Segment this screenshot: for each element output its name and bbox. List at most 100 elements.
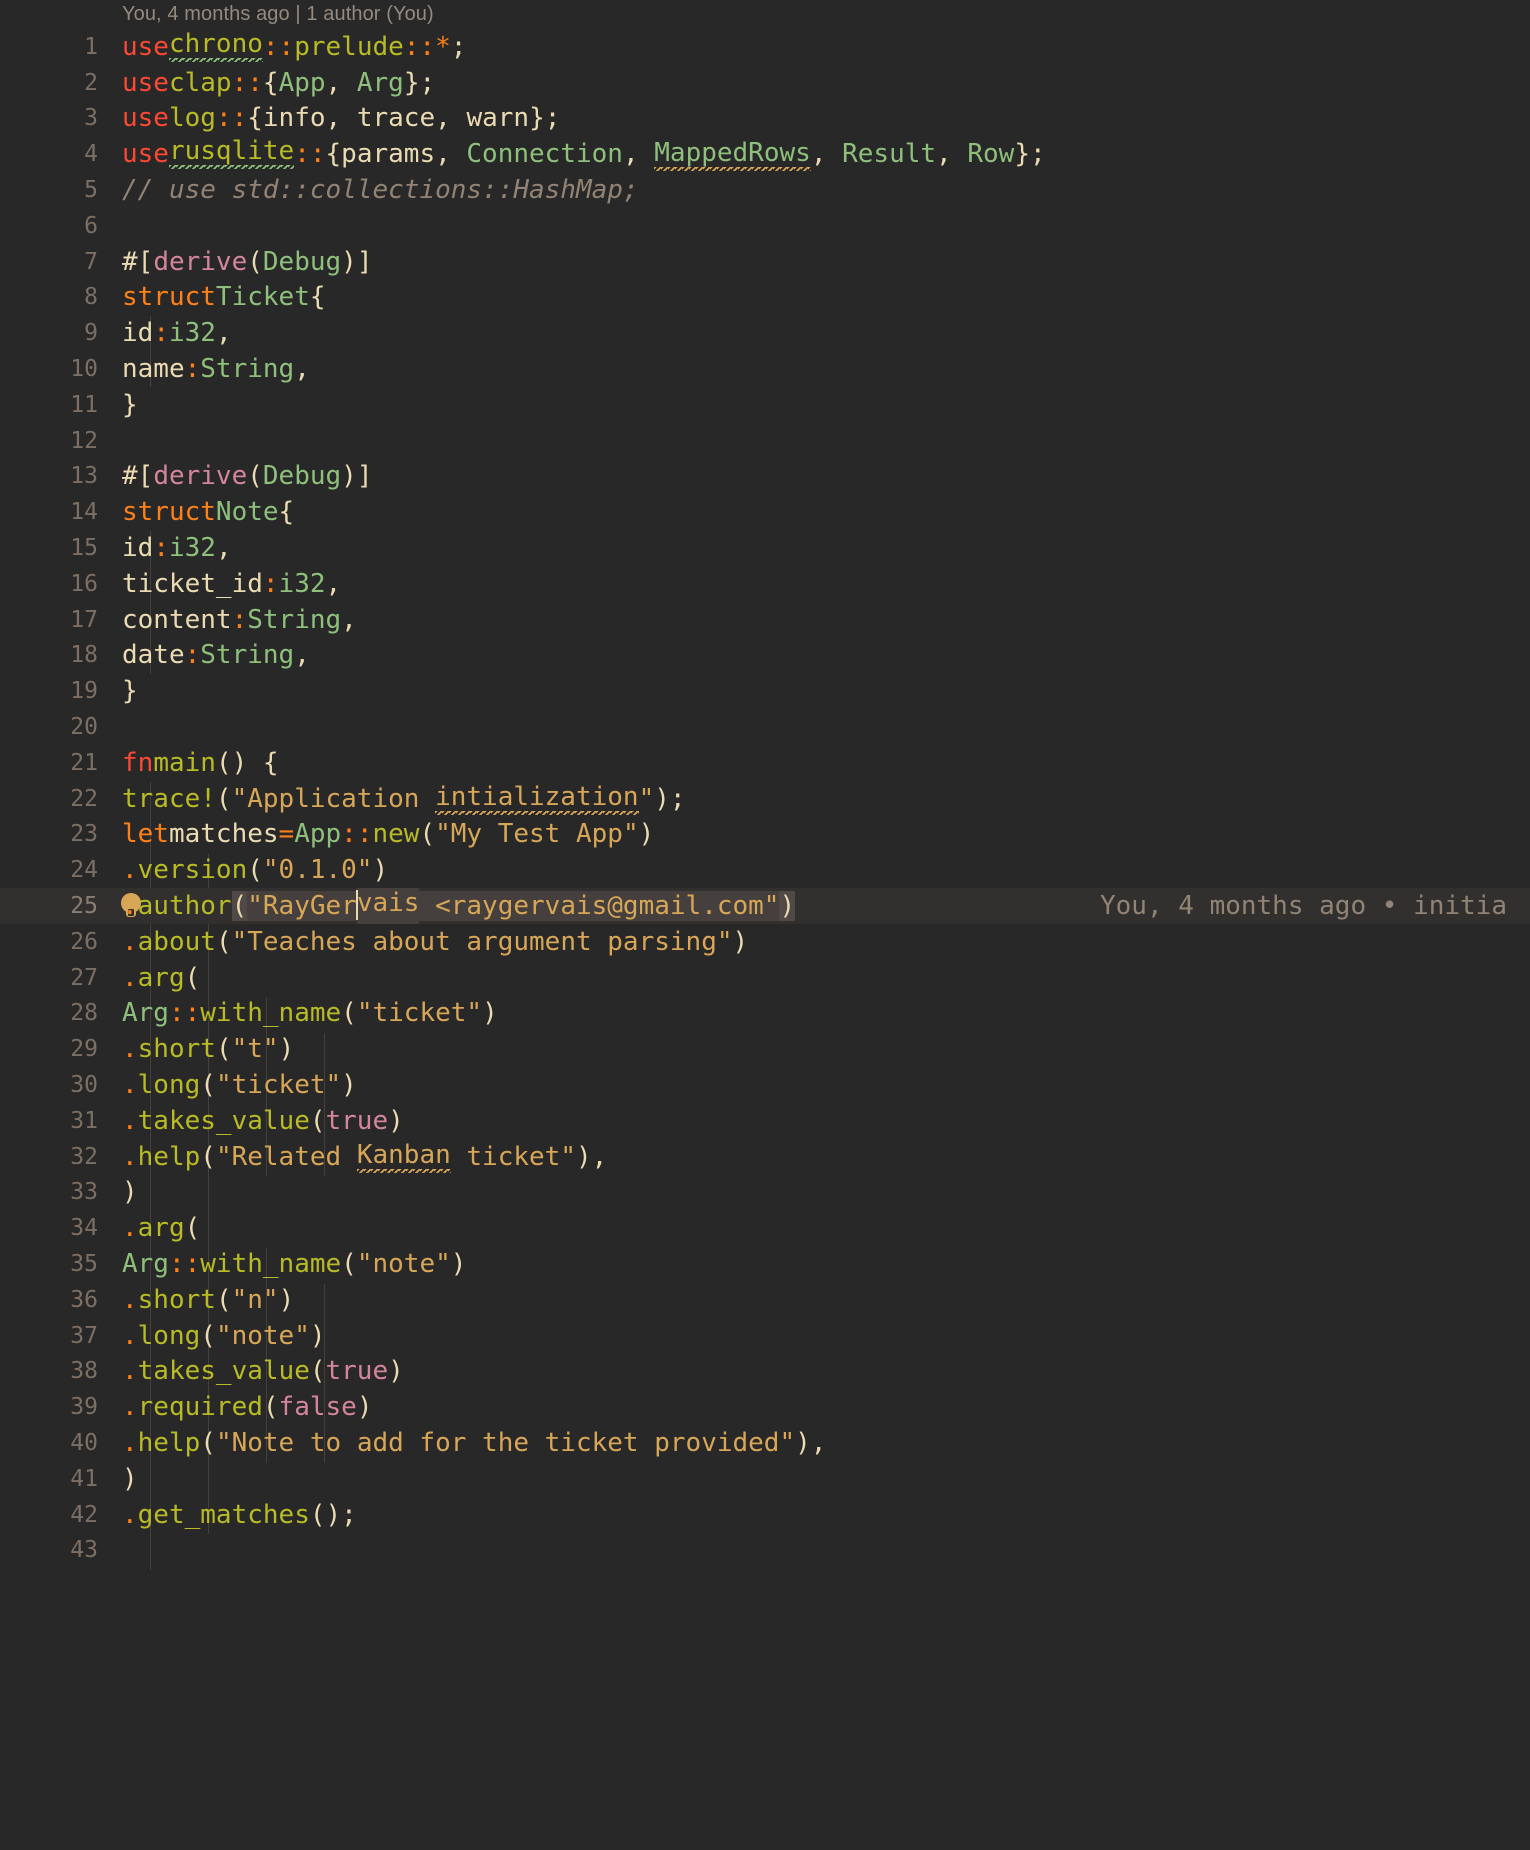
line-content: #[derive(Debug)] bbox=[122, 246, 373, 277]
line-number: 41 bbox=[70, 1465, 98, 1492]
line-content: id: i32, bbox=[122, 318, 232, 349]
code-editor[interactable]: You, 4 months ago | 1 author (You) 1 use… bbox=[0, 0, 1530, 1850]
code-line[interactable]: 3 use log::{info, trace, warn}; bbox=[0, 101, 1530, 137]
line-number: 19 bbox=[70, 678, 98, 705]
code-line[interactable]: 13 #[derive(Debug)] bbox=[0, 459, 1530, 495]
line-number: 16 bbox=[70, 570, 98, 597]
line-content: ) bbox=[122, 1463, 138, 1494]
line-number: 10 bbox=[70, 356, 98, 383]
code-line[interactable]: 22 trace!("Application intialization "); bbox=[0, 781, 1530, 817]
line-content: . long("ticket") bbox=[122, 1070, 357, 1101]
line-number: 34 bbox=[70, 1215, 98, 1242]
code-line[interactable]: 6 bbox=[0, 208, 1530, 244]
line-content: Arg:: with_name("ticket") bbox=[122, 998, 498, 1029]
code-line[interactable]: 9 id: i32, bbox=[0, 315, 1530, 351]
line-number: 25 bbox=[70, 893, 98, 920]
line-content: use clap::{App, Arg}; bbox=[122, 67, 436, 98]
code-line-current[interactable]: 25 . author("RayGer vais <raygervais@gmail… bbox=[0, 888, 1530, 925]
code-line[interactable]: 1 use chrono:: prelude:: *; bbox=[0, 28, 1530, 65]
code-line[interactable]: 29 . short("t") bbox=[0, 1031, 1530, 1067]
line-content: id: i32, bbox=[122, 533, 232, 564]
line-number: 1 bbox=[84, 33, 98, 60]
code-line[interactable]: 8 struct Ticket { bbox=[0, 280, 1530, 316]
line-content: use log::{info, trace, warn}; bbox=[122, 103, 561, 134]
line-content: ) bbox=[122, 1177, 138, 1208]
code-line[interactable]: 7 #[derive(Debug)] bbox=[0, 244, 1530, 280]
line-number: 20 bbox=[70, 714, 98, 741]
line-number: 35 bbox=[70, 1251, 98, 1278]
line-number: 26 bbox=[70, 928, 98, 955]
code-line[interactable]: 39 . required(false) bbox=[0, 1389, 1530, 1425]
code-line[interactable]: 19 } bbox=[0, 673, 1530, 709]
code-line[interactable]: 36 . short("n") bbox=[0, 1282, 1530, 1318]
code-line[interactable]: 10 name: String, bbox=[0, 351, 1530, 387]
code-line[interactable]: 43 bbox=[0, 1533, 1530, 1569]
line-content: . about("Teaches about argument parsing") bbox=[122, 926, 749, 957]
code-line[interactable]: 24 . version("0.1.0") bbox=[0, 852, 1530, 888]
line-content: } bbox=[122, 389, 138, 420]
code-line[interactable]: 16 ticket_id: i32, bbox=[0, 566, 1530, 602]
inline-blame-annotation: You, 4 months ago • initia bbox=[1100, 891, 1507, 922]
line-number: 17 bbox=[70, 606, 98, 633]
line-content: use chrono:: prelude:: *; bbox=[122, 28, 466, 65]
line-number: 28 bbox=[70, 1000, 98, 1027]
line-number: 11 bbox=[70, 391, 98, 418]
code-line[interactable]: 21 fn main() { bbox=[0, 745, 1530, 781]
code-line[interactable]: 32 . help("Related Kanban ticket"), bbox=[0, 1139, 1530, 1175]
code-line[interactable]: 15 id: i32, bbox=[0, 530, 1530, 566]
line-content: . long("note") bbox=[122, 1320, 326, 1351]
code-line[interactable]: 18 date: String, bbox=[0, 638, 1530, 674]
line-content: #[derive(Debug)] bbox=[122, 461, 373, 492]
code-line[interactable]: 33 ) bbox=[0, 1175, 1530, 1211]
code-line[interactable]: 4 use rusqlite::{params, Connection, Map… bbox=[0, 136, 1530, 173]
line-number: 4 bbox=[84, 141, 98, 168]
code-line[interactable]: 35 Arg:: with_name("note") bbox=[0, 1246, 1530, 1282]
code-line[interactable]: 17 content: String, bbox=[0, 602, 1530, 638]
line-content: fn main() { bbox=[122, 747, 279, 778]
line-content: . help("Related Kanban ticket"), bbox=[122, 1140, 608, 1174]
line-content: date: String, bbox=[122, 640, 310, 671]
code-line[interactable]: 20 bbox=[0, 709, 1530, 745]
code-line[interactable]: 40 . help("Note to add for the ticket pro… bbox=[0, 1425, 1530, 1461]
code-line[interactable]: 38 . takes_value(true) bbox=[0, 1354, 1530, 1390]
line-content: // use std::collections::HashMap; bbox=[122, 175, 639, 206]
line-number: 21 bbox=[70, 749, 98, 776]
text-cursor bbox=[355, 890, 358, 921]
line-number: 2 bbox=[84, 69, 98, 96]
code-line[interactable]: 30 . long("ticket") bbox=[0, 1067, 1530, 1103]
code-line[interactable]: 34 . arg( bbox=[0, 1210, 1530, 1246]
line-content: . arg( bbox=[122, 1213, 201, 1244]
line-number: 22 bbox=[70, 785, 98, 812]
code-line[interactable]: 31 . takes_value(true) bbox=[0, 1103, 1530, 1139]
line-content: . arg( bbox=[122, 962, 201, 993]
line-number: 37 bbox=[70, 1322, 98, 1349]
code-line[interactable]: 12 bbox=[0, 423, 1530, 459]
line-number: 12 bbox=[70, 427, 98, 454]
code-line[interactable]: 2 use clap::{App, Arg}; bbox=[0, 65, 1530, 101]
code-line[interactable]: 11 } bbox=[0, 387, 1530, 423]
line-number: 18 bbox=[70, 642, 98, 669]
code-line[interactable]: 14 struct Note { bbox=[0, 494, 1530, 530]
line-number: 8 bbox=[84, 284, 98, 311]
line-content: . get_matches (); bbox=[122, 1499, 357, 1530]
code-area[interactable]: 1 use chrono:: prelude:: *; 2 use clap::{A… bbox=[0, 28, 1530, 1850]
code-line[interactable]: 23 let matches = App:: new("My Test App") bbox=[0, 817, 1530, 853]
code-line[interactable]: 42 . get_matches (); bbox=[0, 1497, 1530, 1533]
blame-header-text: You, 4 months ago | 1 author (You) bbox=[122, 3, 434, 25]
code-line[interactable]: 27 . arg( bbox=[0, 960, 1530, 996]
line-content: name: String, bbox=[122, 354, 310, 385]
code-line[interactable]: 26 . about("Teaches about argument parsin… bbox=[0, 924, 1530, 960]
line-number: 15 bbox=[70, 535, 98, 562]
code-line[interactable]: 28 Arg:: with_name("ticket") bbox=[0, 996, 1530, 1032]
code-line[interactable]: 5 // use std::collections::HashMap; bbox=[0, 172, 1530, 208]
code-line[interactable]: 37 . long("note") bbox=[0, 1318, 1530, 1354]
line-content: . takes_value(true) bbox=[122, 1356, 404, 1387]
line-number: 33 bbox=[70, 1179, 98, 1206]
line-number: 14 bbox=[70, 499, 98, 526]
line-content: . required(false) bbox=[122, 1392, 373, 1423]
line-content: . version("0.1.0") bbox=[122, 855, 389, 886]
line-number: 13 bbox=[70, 463, 98, 490]
line-number: 38 bbox=[70, 1358, 98, 1385]
code-line[interactable]: 41 ) bbox=[0, 1461, 1530, 1497]
line-number: 3 bbox=[84, 105, 98, 132]
